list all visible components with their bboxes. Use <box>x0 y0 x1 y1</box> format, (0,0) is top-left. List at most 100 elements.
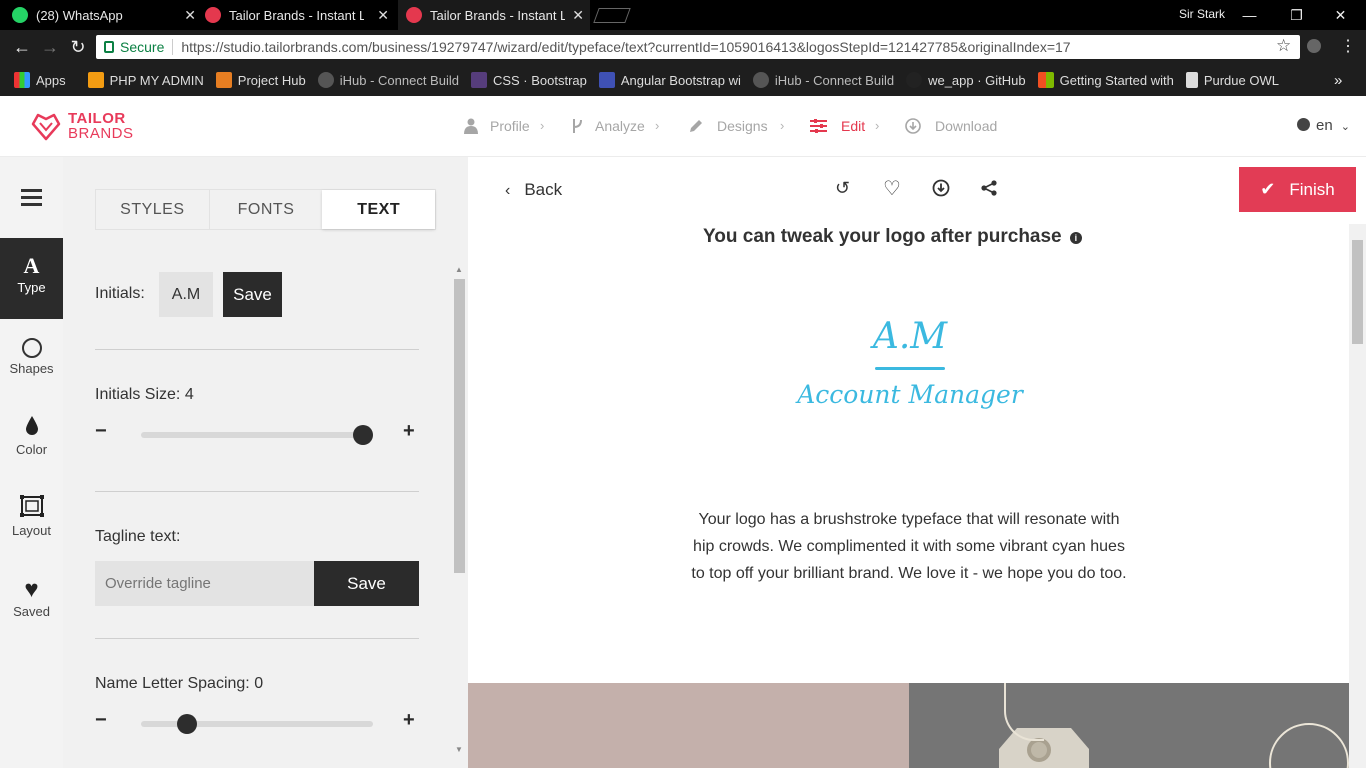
bookmark-projecthub[interactable]: Project Hub <box>215 72 306 88</box>
tab-text[interactable]: TEXT <box>322 190 436 229</box>
chevron-right-icon: › <box>655 118 660 133</box>
tagline-label: Tagline text: <box>95 528 181 545</box>
page-icon <box>1185 72 1198 88</box>
heart-outline-icon[interactable]: ♡ <box>883 176 901 201</box>
checkmark-icon: ✔ <box>1260 179 1276 199</box>
tab-styles[interactable]: STYLES <box>96 190 209 229</box>
bookmark-purdue-owl[interactable]: Purdue OWL <box>1185 72 1279 88</box>
letter-spacing-slider-handle[interactable] <box>177 714 197 734</box>
url-text: https://studio.tailorbrands.com/business… <box>181 39 1071 55</box>
mockup-images <box>468 683 1349 768</box>
forward-arrow-icon[interactable]: → <box>38 37 62 58</box>
scroll-up-icon[interactable]: ▲ <box>455 265 463 274</box>
tab-tailorbrands-2[interactable]: Tailor Brands - Instant Logo ✕ <box>398 0 590 30</box>
sidebar-item-saved[interactable]: ♥ Saved <box>0 562 63 643</box>
tailorbrands-favicon-icon <box>406 7 422 23</box>
profile-name[interactable]: Sir Stark <box>1179 7 1225 21</box>
sidebar-item-layout[interactable]: Layout <box>0 481 63 562</box>
bookmark-apps[interactable]: Apps <box>14 72 66 88</box>
window-close-button[interactable]: ✕ <box>1318 0 1363 30</box>
minimize-button[interactable]: — <box>1227 0 1272 30</box>
tab-whatsapp[interactable]: (28) WhatsApp ✕ <box>12 0 202 30</box>
extension-icon[interactable] <box>1307 39 1321 53</box>
bookmark-getting-started[interactable]: Getting Started with <box>1037 72 1174 88</box>
save-initials-button[interactable]: Save <box>223 272 282 317</box>
decrease-initials-size-button[interactable]: − <box>95 420 107 443</box>
tab-title: Tailor Brands - Instant Logo <box>430 7 565 23</box>
download-icon[interactable] <box>932 179 950 202</box>
layout-icon <box>0 495 63 523</box>
initials-label: Initials: <box>95 285 145 302</box>
letter-spacing-slider[interactable] <box>141 721 373 727</box>
tab-fonts[interactable]: FONTS <box>208 190 323 229</box>
heart-icon: ♥ <box>24 576 39 603</box>
type-icon: A <box>23 253 40 278</box>
tailorbrands-logo[interactable]: TAILOR BRANDS <box>30 110 134 142</box>
projecthub-icon <box>215 72 232 88</box>
chevron-right-icon: › <box>780 118 785 133</box>
language-selector[interactable]: en ⌄ <box>1297 117 1350 134</box>
step-profile[interactable]: Profile <box>464 118 530 134</box>
back-button[interactable]: ‹ Back <box>505 180 562 200</box>
step-download[interactable]: Download <box>905 118 997 134</box>
panel-scrollbar-thumb[interactable] <box>454 279 465 573</box>
tweak-notice: You can tweak your logo after purchase i <box>703 226 1082 248</box>
star-icon[interactable]: ☆ <box>1276 36 1291 56</box>
undo-icon[interactable]: ↺ <box>835 178 850 199</box>
bookmark-bootstrap[interactable]: CSS · Bootstrap <box>470 72 587 88</box>
chevron-right-icon: › <box>540 118 545 133</box>
preview-area <box>468 157 1366 768</box>
mockup-image-pink <box>468 683 909 768</box>
step-edit[interactable]: Edit <box>810 118 865 134</box>
microsoft-icon <box>1037 72 1054 88</box>
scroll-down-icon[interactable]: ▼ <box>455 745 463 754</box>
panel-scrollbar[interactable]: ▲ ▼ <box>451 157 468 768</box>
increase-initials-size-button[interactable]: + <box>403 420 415 443</box>
preview-scrollbar[interactable] <box>1349 224 1366 768</box>
ihub-icon <box>317 72 334 88</box>
initials-input[interactable] <box>159 272 213 317</box>
tool-sidebar: A Type Shapes Color Layout ♥ Saved <box>0 157 63 768</box>
initials-size-slider-handle[interactable] <box>353 425 373 445</box>
back-arrow-icon[interactable]: ← <box>10 37 34 58</box>
close-icon[interactable]: ✕ <box>377 7 389 24</box>
save-tagline-button[interactable]: Save <box>314 561 419 606</box>
bookmark-angular-bootstrap[interactable]: Angular Bootstrap wi <box>598 72 741 88</box>
tag-string <box>1004 683 1044 741</box>
finish-button[interactable]: ✔ Finish <box>1239 167 1356 212</box>
increase-letter-spacing-button[interactable]: + <box>403 709 415 732</box>
chevron-left-icon: ‹ <box>505 182 511 199</box>
bookmark-github[interactable]: we_app · GitHub <box>906 72 1026 88</box>
tagline-input[interactable] <box>95 561 314 606</box>
bookmark-ihub-2[interactable]: iHub - Connect Build <box>752 72 894 88</box>
pencil-icon <box>690 120 702 132</box>
decrease-letter-spacing-button[interactable]: − <box>95 709 107 732</box>
close-icon[interactable]: ✕ <box>184 7 196 24</box>
apps-grid-icon <box>14 72 30 88</box>
url-bar[interactable]: Secure https://studio.tailorbrands.com/b… <box>96 35 1300 59</box>
sidebar-item-shapes[interactable]: Shapes <box>0 319 63 400</box>
share-icon[interactable] <box>981 180 997 201</box>
bookmark-ihub-1[interactable]: iHub - Connect Build <box>317 72 459 88</box>
secure-label: Secure <box>120 39 165 55</box>
new-tab-button[interactable] <box>593 8 631 23</box>
tab-tailorbrands-1[interactable]: Tailor Brands - Instant Logo ✕ <box>205 0 395 30</box>
info-icon[interactable]: i <box>1069 232 1082 244</box>
sidebar-item-color[interactable]: Color <box>0 400 63 481</box>
restore-button[interactable]: ❐ <box>1274 0 1319 30</box>
heart-shield-icon <box>31 113 61 141</box>
menu-dots-icon[interactable]: ⋮ <box>1340 36 1356 56</box>
preview-scrollbar-thumb[interactable] <box>1352 240 1363 344</box>
tag-string <box>1269 723 1349 768</box>
step-analyze[interactable]: Analyze <box>571 118 645 134</box>
initials-size-slider[interactable] <box>141 432 373 438</box>
bookmark-phpmyadmin[interactable]: PHP MY ADMIN <box>87 72 204 88</box>
hamburger-menu-icon[interactable] <box>21 189 42 206</box>
sidebar-item-type[interactable]: A Type <box>0 238 63 319</box>
bookmarks-overflow-button[interactable]: » <box>1334 72 1342 89</box>
step-designs[interactable]: Designs <box>688 118 768 134</box>
close-icon[interactable]: ✕ <box>572 7 584 24</box>
reload-icon[interactable]: ↻ <box>66 37 90 58</box>
bookmarks-bar: Apps PHP MY ADMIN Project Hub iHub - Con… <box>0 64 1366 96</box>
divider <box>95 349 419 350</box>
